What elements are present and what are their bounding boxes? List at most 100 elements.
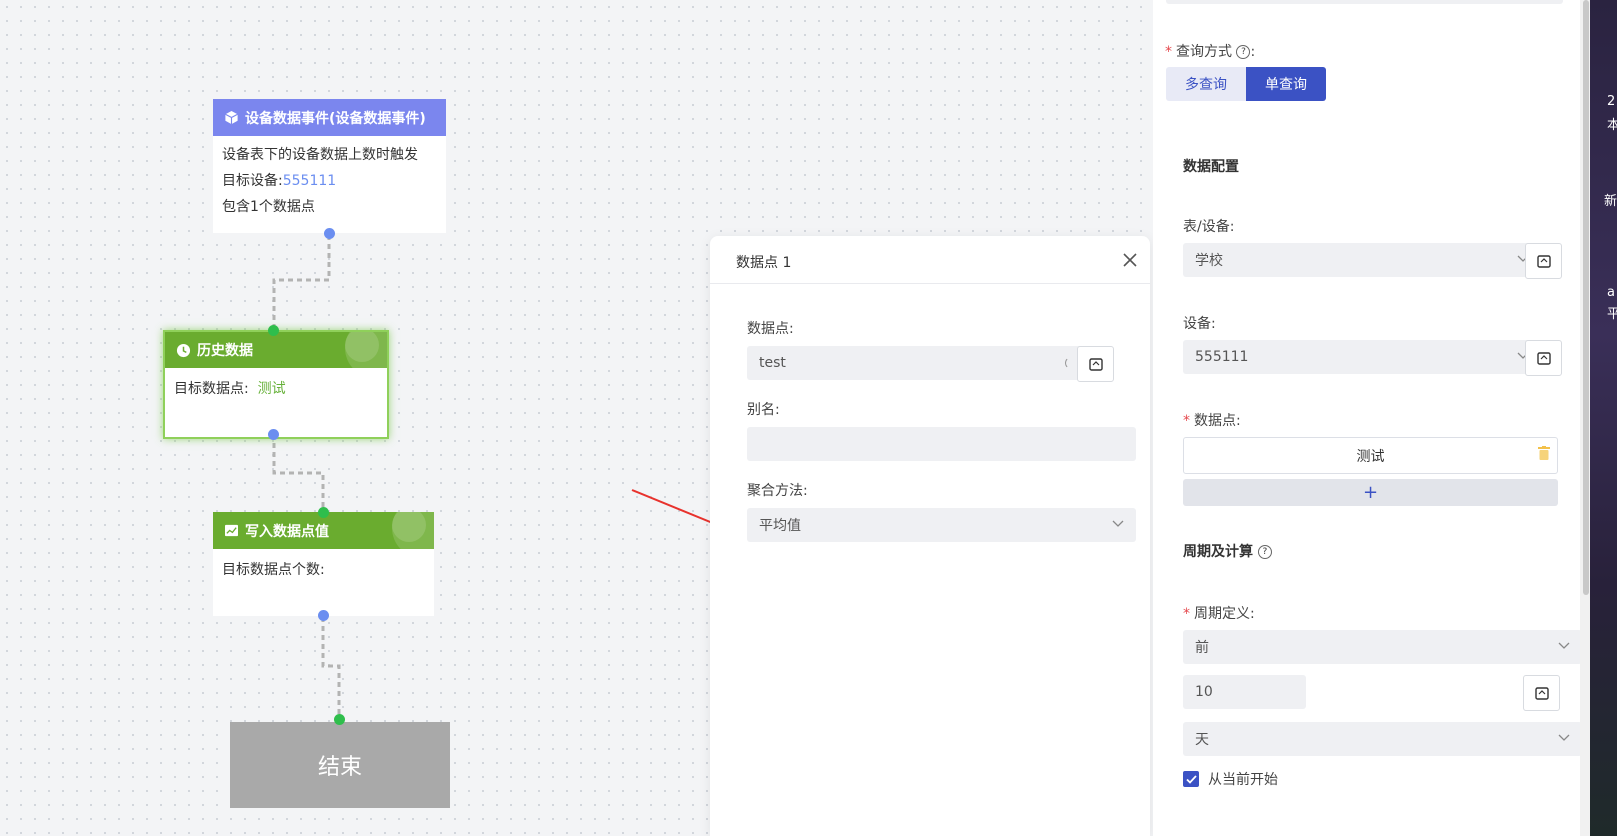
- loading-spinner-icon: [1065, 357, 1077, 369]
- check-icon: [1185, 774, 1197, 784]
- table-device-select[interactable]: 学校: [1183, 243, 1541, 277]
- period-title-text: 周期及计算: [1183, 544, 1253, 560]
- node-title: 历史数据: [197, 343, 253, 359]
- help-icon[interactable]: ?: [1236, 45, 1251, 59]
- close-icon[interactable]: [1120, 250, 1140, 270]
- add-icon: +: [1362, 482, 1379, 503]
- from-now-label: 从当前开始: [1208, 772, 1278, 788]
- output-port[interactable]: [318, 610, 329, 621]
- node-description: 设备表下的设备数据上数时触发: [222, 147, 418, 163]
- target-device-value[interactable]: 555111: [283, 173, 336, 189]
- query-mode-label-text: 查询方式: [1176, 44, 1232, 60]
- trash-icon[interactable]: [1538, 446, 1550, 465]
- required-mark: *: [1183, 413, 1190, 429]
- datapoint-edit-button[interactable]: [1077, 346, 1114, 382]
- modal-divider: [710, 283, 1150, 284]
- node-target-row: 目标设备:555111: [222, 168, 437, 194]
- node-body: 目标数据点: 测试: [165, 368, 387, 408]
- aggregate-select-value: 平均值: [759, 518, 801, 534]
- node-body: 目标数据点个数:: [213, 549, 434, 589]
- node-write-datapoint[interactable]: 写入数据点值 目标数据点个数:: [213, 512, 434, 616]
- target-datapoint-value[interactable]: 测试: [258, 381, 286, 397]
- query-mode-label: * 查询方式 ?:: [1165, 44, 1256, 60]
- edge-text: 平: [1607, 307, 1617, 322]
- edit-note-icon: [1536, 254, 1551, 268]
- period-def-label-text: 周期定义:: [1194, 606, 1255, 622]
- required-mark: *: [1165, 44, 1172, 60]
- clock-icon: [175, 342, 191, 358]
- datapoint-select[interactable]: test: [747, 346, 1091, 380]
- query-mode-single-button[interactable]: 单查询: [1246, 67, 1326, 101]
- node-count-text: 包含1个数据点: [222, 199, 315, 215]
- target-count-label: 目标数据点个数:: [222, 562, 325, 578]
- node-history-data[interactable]: 历史数据 目标数据点: 测试: [163, 330, 389, 439]
- datapoint-item[interactable]: 测试: [1183, 437, 1558, 474]
- cube-icon: [223, 110, 239, 126]
- help-icon[interactable]: ?: [1257, 545, 1272, 559]
- truncated-top-field: [1166, 0, 1563, 4]
- device-select[interactable]: 555111: [1183, 340, 1541, 374]
- period-number-input[interactable]: 10: [1183, 675, 1306, 709]
- alias-label: 别名:: [747, 402, 780, 418]
- edge-text: 本: [1607, 118, 1617, 133]
- node-header: 历史数据: [165, 332, 387, 368]
- table-device-value: 学校: [1195, 253, 1223, 269]
- chart-icon: [223, 523, 239, 539]
- datapoint-item-text: 测试: [1356, 448, 1385, 465]
- data-config-title: 数据配置: [1183, 159, 1239, 175]
- period-unit-value: 天: [1195, 732, 1209, 748]
- period-number-edit-button[interactable]: [1523, 675, 1560, 711]
- input-port[interactable]: [268, 325, 279, 336]
- edit-note-icon: [1536, 351, 1551, 365]
- connector-event-history: [272, 235, 331, 330]
- input-port[interactable]: [334, 714, 345, 725]
- edit-note-icon: [1534, 686, 1549, 700]
- panel-scrollbar-thumb[interactable]: [1583, 0, 1589, 595]
- required-mark: *: [1183, 606, 1190, 622]
- chevron-down-icon: [1558, 734, 1570, 741]
- output-port[interactable]: [268, 429, 279, 440]
- node-header: 设备数据事件(设备数据事件): [213, 99, 446, 136]
- panel-datapoint-label: * 数据点:: [1183, 410, 1241, 430]
- device-label: 设备:: [1183, 316, 1216, 332]
- target-datapoint-label: 目标数据点:: [174, 381, 249, 397]
- edit-note-icon: [1088, 357, 1103, 371]
- chevron-down-icon: [1558, 642, 1570, 649]
- table-device-edit-button[interactable]: [1525, 243, 1562, 279]
- config-panel: * 查询方式 ?: 多查询 单查询 数据配置 表/设备: 学校 设备: 55511…: [1153, 0, 1582, 836]
- period-direction-select[interactable]: 前: [1183, 630, 1582, 664]
- table-device-label: 表/设备:: [1183, 219, 1235, 235]
- from-now-checkbox[interactable]: [1183, 771, 1199, 787]
- node-end[interactable]: 结束: [230, 722, 450, 808]
- background-window-edge: 2 本 新 a 平: [1590, 0, 1617, 836]
- period-title: 周期及计算 ?: [1183, 541, 1272, 561]
- add-datapoint-button[interactable]: +: [1183, 479, 1558, 506]
- datapoint-modal: 数据点 1 数据点: test 别名: 聚合方法: 平均值: [710, 236, 1150, 836]
- period-def-label: * 周期定义:: [1183, 603, 1255, 623]
- query-mode-multi-button[interactable]: 多查询: [1166, 67, 1246, 101]
- edge-text: 新: [1604, 194, 1617, 209]
- panel-datapoint-label-text: 数据点:: [1194, 413, 1241, 429]
- connector-history-write: [272, 434, 325, 512]
- node-title: 设备数据事件(设备数据事件): [245, 110, 426, 127]
- node-device-data-event[interactable]: 设备数据事件(设备数据事件) 设备表下的设备数据上数时触发 目标设备:55511…: [213, 99, 446, 233]
- aggregate-select[interactable]: 平均值: [747, 508, 1136, 542]
- device-value: 555111: [1195, 349, 1249, 365]
- alias-input[interactable]: [747, 427, 1136, 461]
- input-port[interactable]: [318, 507, 329, 518]
- period-direction-value: 前: [1195, 640, 1209, 656]
- output-port[interactable]: [324, 228, 335, 239]
- datapoint-label: 数据点:: [747, 321, 794, 337]
- connector-write-end: [321, 617, 341, 719]
- modal-title: 数据点 1: [736, 255, 792, 271]
- device-edit-button[interactable]: [1525, 340, 1562, 376]
- aggregate-label: 聚合方法:: [747, 483, 808, 499]
- node-end-title: 结束: [317, 755, 362, 780]
- edge-text: 2: [1607, 94, 1616, 109]
- period-unit-select[interactable]: 天: [1183, 722, 1582, 756]
- edge-text: a: [1607, 285, 1615, 300]
- target-device-label: 目标设备:: [222, 173, 283, 189]
- node-body: 设备表下的设备数据上数时触发 目标设备:555111 包含1个数据点: [213, 136, 446, 226]
- node-title: 写入数据点值: [245, 523, 329, 540]
- chevron-down-icon: [1112, 520, 1124, 527]
